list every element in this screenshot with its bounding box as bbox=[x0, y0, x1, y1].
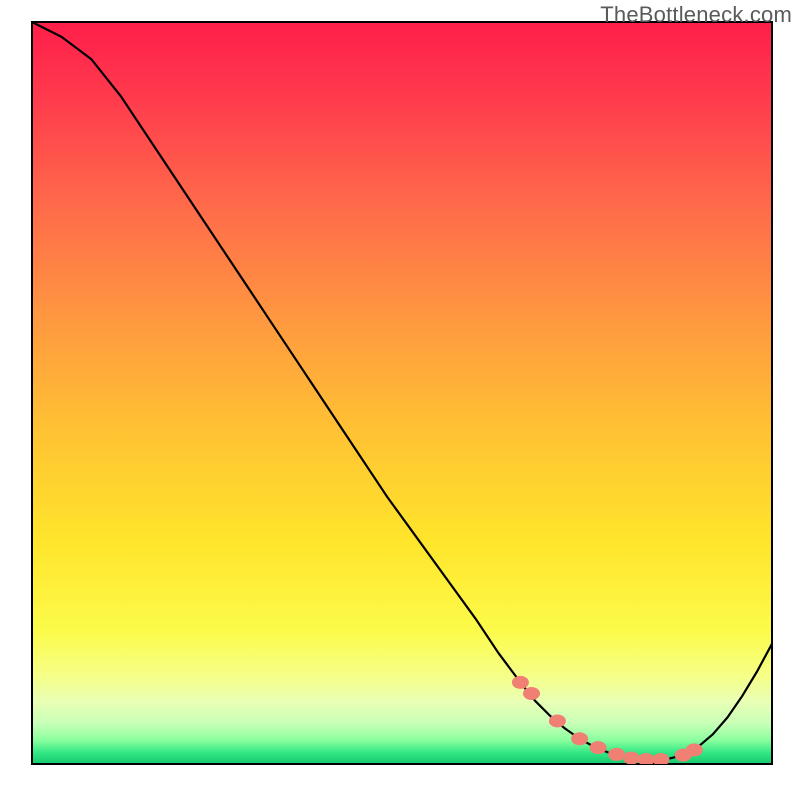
chart-plot bbox=[32, 22, 772, 764]
curve-marker bbox=[523, 687, 540, 700]
chart-stage: TheBottleneck.com bbox=[0, 0, 800, 800]
heat-gradient bbox=[32, 22, 772, 764]
watermark-text: TheBottleneck.com bbox=[600, 2, 792, 28]
curve-marker bbox=[549, 714, 566, 727]
curve-marker bbox=[623, 752, 640, 765]
curve-marker bbox=[590, 741, 607, 754]
curve-marker bbox=[571, 732, 588, 745]
curve-marker bbox=[608, 748, 625, 761]
curve-marker bbox=[686, 743, 703, 756]
curve-marker bbox=[512, 676, 529, 689]
